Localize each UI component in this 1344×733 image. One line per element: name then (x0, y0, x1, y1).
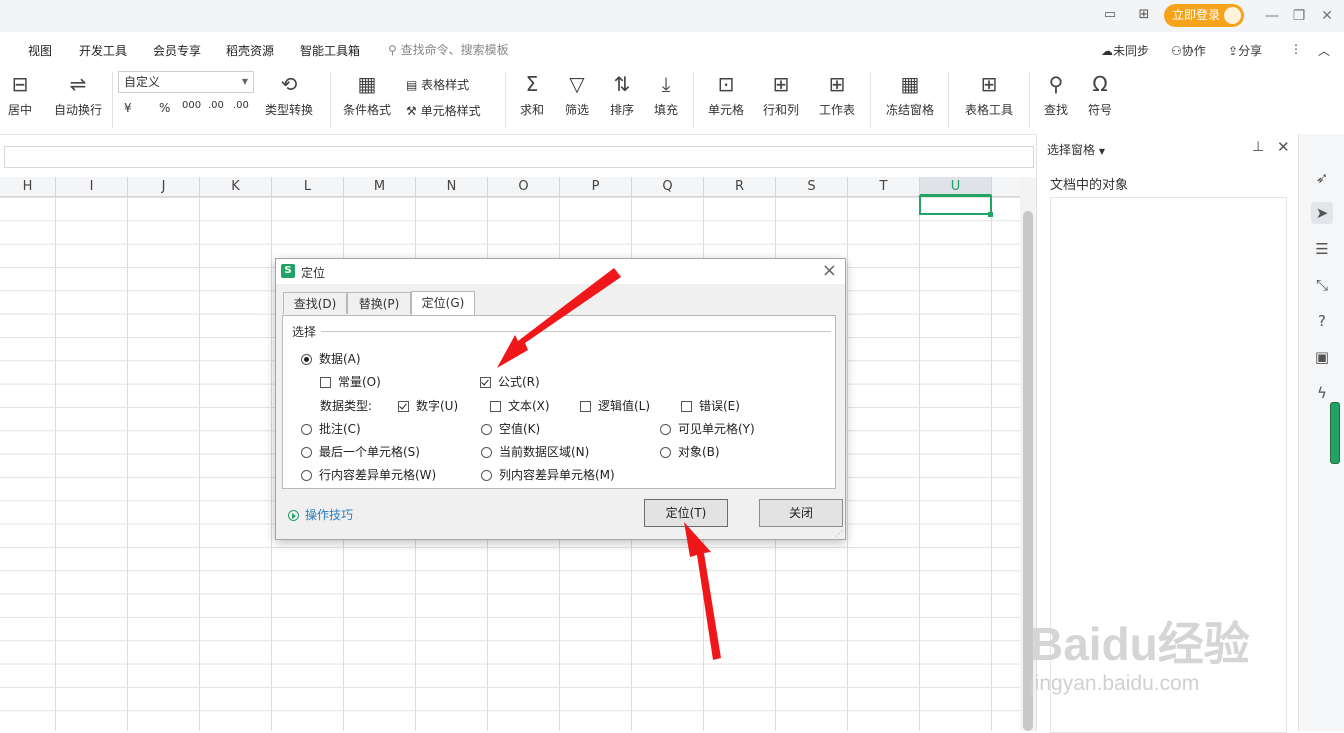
watermark-url: jingyan.baidu.com (1030, 672, 1200, 695)
arrow-to-formula (497, 268, 621, 368)
watermark-brand: Baidu经验 (1030, 618, 1250, 670)
arrow-to-locate-button (684, 522, 721, 660)
